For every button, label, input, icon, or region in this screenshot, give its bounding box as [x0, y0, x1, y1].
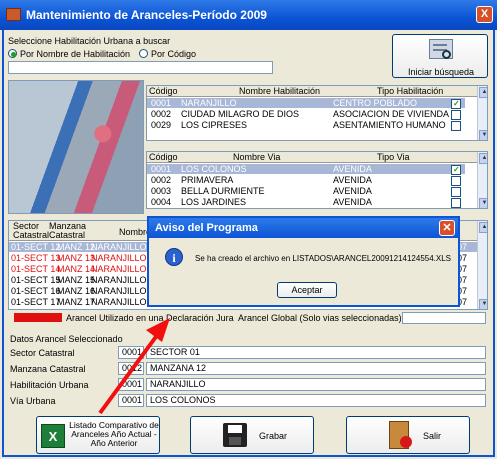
- info-icon: i: [165, 248, 183, 266]
- dialog-title: Aviso del Programa: [155, 222, 258, 234]
- dialog-titlebar: Aviso del Programa ✕: [149, 218, 458, 238]
- aceptar-button[interactable]: Aceptar: [277, 282, 337, 298]
- dialog-message: Se ha creado el archivo en LISTADOS\ARAN…: [195, 254, 452, 263]
- aviso-dialog: Aviso del Programa ✕ i Se ha creado el a…: [147, 216, 460, 307]
- dialog-close-icon[interactable]: ✕: [439, 220, 455, 236]
